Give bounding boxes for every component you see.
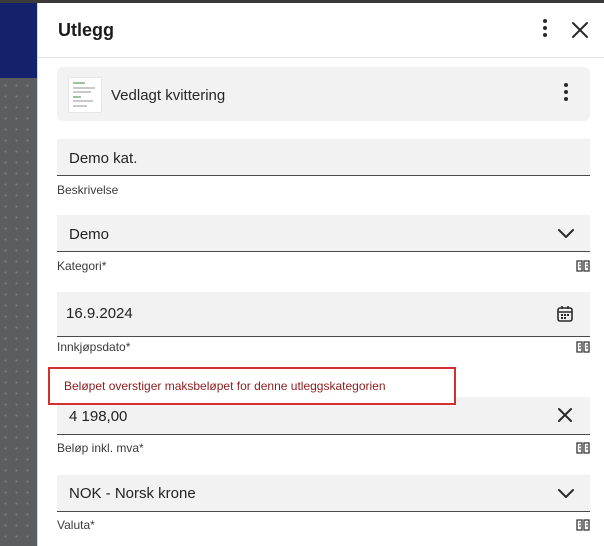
amount-value: 4 198,00	[69, 408, 128, 425]
more-vert-icon	[543, 19, 547, 23]
field-help-icon[interactable]	[576, 341, 590, 353]
chevron-down-icon[interactable]	[557, 487, 575, 499]
purchase-date-field[interactable]: 16.9.2024	[57, 292, 590, 337]
currency-label: Valuta*	[57, 518, 95, 532]
calendar-icon[interactable]	[556, 305, 574, 323]
currency-select[interactable]: NOK - Norsk krone	[57, 475, 590, 512]
amount-label: Beløp inkl. mva*	[57, 441, 144, 455]
panel-more-button[interactable]	[541, 19, 549, 41]
expense-side-panel: Utlegg Vedlagt kvittering Demo kat. Besk…	[37, 3, 604, 546]
close-icon	[572, 22, 588, 38]
category-label: Kategori*	[57, 259, 107, 273]
background-overlay[interactable]	[0, 3, 37, 546]
more-vert-icon	[564, 83, 568, 87]
attachment-card[interactable]: Vedlagt kvittering	[57, 67, 590, 121]
background-app-header	[0, 3, 37, 78]
clear-icon[interactable]	[557, 407, 573, 423]
purchase-date-value: 16.9.2024	[66, 305, 133, 322]
amount-error-message: Beløpet overstiger maksbeløpet for denne…	[48, 367, 456, 405]
close-button[interactable]	[569, 19, 591, 41]
field-help-icon[interactable]	[576, 260, 590, 272]
field-help-icon[interactable]	[576, 519, 590, 531]
panel-title: Utlegg	[58, 20, 114, 40]
field-help-icon[interactable]	[576, 442, 590, 454]
description-value: Demo kat.	[69, 150, 138, 167]
attachment-more-button[interactable]	[562, 83, 570, 105]
category-select[interactable]: Demo	[57, 215, 590, 252]
chevron-down-icon[interactable]	[557, 227, 575, 239]
amount-error-text: Beløpet overstiger maksbeløpet for denne…	[64, 379, 386, 393]
category-value: Demo	[69, 226, 110, 243]
description-field[interactable]: Demo kat.	[57, 139, 590, 176]
description-label: Beskrivelse	[57, 183, 119, 197]
attachment-label: Vedlagt kvittering	[111, 87, 226, 104]
purchase-date-label: Innkjøpsdato*	[57, 340, 131, 354]
receipt-thumbnail[interactable]	[68, 77, 102, 113]
header-divider	[38, 57, 604, 58]
currency-value: NOK - Norsk krone	[69, 485, 196, 502]
